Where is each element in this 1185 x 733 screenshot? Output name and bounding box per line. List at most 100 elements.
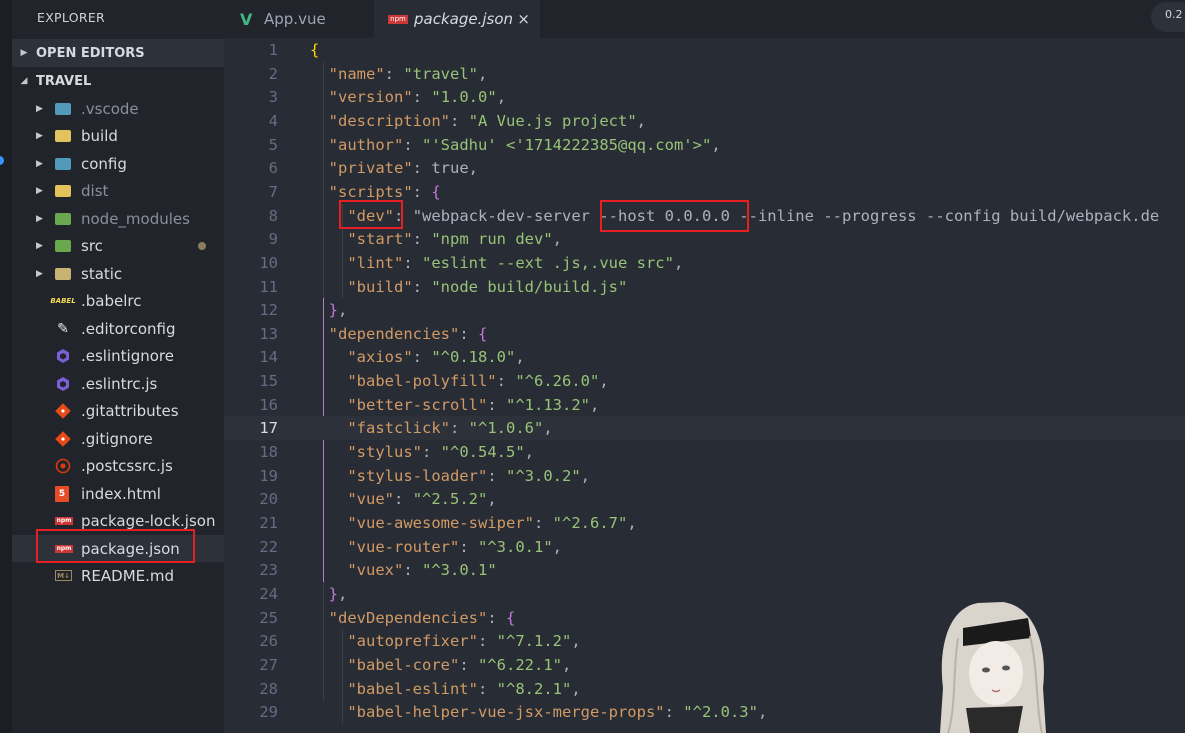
line-number: 16 (259, 395, 278, 414)
vue-icon: V (240, 9, 253, 29)
eslint-icon (55, 376, 71, 392)
code-text: "author": "'Sadhu' <'1714222385@qq.com'>… (328, 135, 721, 154)
travel-project-section[interactable]: ◢ TRAVEL (12, 67, 224, 95)
code-text: "dev": "webpack-dev-server --host 0.0.0.… (347, 206, 1160, 225)
chevron-down-icon: ◢ (20, 76, 28, 86)
tree-item-eslintignore[interactable]: .eslintignore (12, 342, 224, 369)
code-text: { (310, 41, 320, 59)
code-text: "fastclick": "^1.0.6", (347, 419, 553, 438)
tree-item-readme[interactable]: M↓ README.md (12, 562, 224, 589)
tree-item-label: src (81, 236, 103, 255)
chevron-right-icon: ▶ (36, 185, 43, 196)
code-editor[interactable]: 1{2 "name": "travel", 3 "version": "1.0.0… (224, 38, 1185, 733)
code-text: "babel-eslint": "^8.2.1", (347, 679, 581, 698)
code-line[interactable]: 17 "fastclick": "^1.0.6", (224, 416, 1185, 441)
code-line[interactable]: 8 "dev": "webpack-dev-server --host 0.0.… (224, 204, 1185, 228)
code-line[interactable]: 20 "vue": "^2.5.2", (224, 487, 1185, 511)
tab-app-vue[interactable]: V App.vue (224, 0, 374, 38)
npm-icon: npm (55, 544, 73, 553)
tree-item-package-json[interactable]: npm package.json (12, 535, 224, 562)
status-badge: 0.2 (1151, 2, 1185, 32)
code-text: "autoprefixer": "^7.1.2", (347, 632, 581, 651)
code-text: "vue-router": "^3.0.1", (347, 537, 562, 556)
line-number: 9 (268, 230, 278, 249)
code-line[interactable]: 13 "dependencies": { (224, 322, 1185, 346)
tree-item-label: .vscode (81, 99, 139, 118)
code-text: "better-scroll": "^1.13.2", (347, 395, 600, 414)
code-line[interactable]: 21 "vue-awesome-swiper": "^2.6.7", (224, 511, 1185, 535)
line-number: 13 (259, 324, 278, 343)
chevron-right-icon: ▶ (36, 130, 43, 141)
modified-dot-icon (198, 241, 206, 250)
code-line[interactable]: 5 "author": "'Sadhu' <'1714222385@qq.com… (224, 133, 1185, 157)
code-line[interactable]: 1{ (224, 38, 1185, 62)
git-icon (55, 402, 71, 419)
explorer-sidebar: EXPLORER ▶ OPEN EDITORS ◢ TRAVEL ▶ .vsco… (0, 0, 224, 733)
folder-icon (55, 267, 71, 280)
code-line[interactable]: 14 "axios": "^0.18.0", (224, 345, 1185, 369)
code-text: "name": "travel", (328, 64, 488, 83)
close-icon[interactable]: × (517, 10, 530, 28)
code-text: "vue-awesome-swiper": "^2.6.7", (347, 514, 637, 532)
line-number: 26 (259, 632, 278, 651)
tree-item-editorconfig[interactable]: ✎ .editorconfig (12, 315, 224, 342)
code-line[interactable]: 9 "start": "npm run dev", (224, 227, 1185, 251)
code-text: "axios": "^0.18.0", (347, 348, 525, 367)
tree-item-build[interactable]: ▶ build (12, 122, 224, 149)
tree-item-src[interactable]: ▶ src (12, 232, 224, 259)
code-line[interactable]: 11 "build": "node build/build.js" (224, 275, 1185, 299)
tree-item-label: .postcssrc.js (81, 456, 173, 475)
tree-item-postcssrc[interactable]: .postcssrc.js (12, 452, 224, 479)
code-line[interactable]: 16 "better-scroll": "^1.13.2", (224, 393, 1185, 417)
tree-item-index-html[interactable]: 5 index.html (12, 480, 224, 507)
code-line[interactable]: 18 "stylus": "^0.54.5", (224, 440, 1185, 464)
tree-item-config[interactable]: ▶ config (12, 150, 224, 177)
code-line[interactable]: 7 "scripts": { (224, 180, 1185, 204)
line-number: 29 (259, 703, 278, 722)
code-line[interactable]: 2 "name": "travel", (224, 62, 1185, 86)
code-line[interactable]: 22 "vue-router": "^3.0.1", (224, 535, 1185, 559)
folder-node-icon (55, 212, 71, 225)
editor-tab-bar: V App.vue npm package.json × 0.2 (224, 0, 1185, 38)
chevron-right-icon: ▶ (36, 213, 43, 224)
code-text: "vuex": "^3.0.1" (347, 561, 497, 580)
tree-item-label: package.json (81, 539, 180, 558)
code-text: "babel-core": "^6.22.1", (347, 655, 572, 674)
tree-item-eslintrc[interactable]: .eslintrc.js (12, 370, 224, 397)
code-line[interactable]: 19 "stylus-loader": "^3.0.2", (224, 464, 1185, 488)
folder-icon (55, 129, 71, 142)
code-text: }, (328, 584, 348, 603)
status-badge-text: 0.2 (1165, 8, 1183, 21)
tree-item-label: config (81, 154, 127, 173)
code-text: "babel-polyfill": "^6.26.0", (347, 372, 609, 391)
line-number: 11 (259, 277, 278, 296)
code-line[interactable]: 15 "babel-polyfill": "^6.26.0", (224, 369, 1185, 393)
open-editors-section[interactable]: ▶ OPEN EDITORS (12, 39, 224, 67)
tree-item-babelrc[interactable]: BABEL .babelrc (12, 287, 224, 314)
code-text: "lint": "eslint --ext .js,.vue src", (347, 253, 684, 272)
line-number: 3 (268, 88, 278, 107)
line-number: 10 (259, 253, 278, 272)
tree-item-label: .gitignore (81, 429, 153, 448)
code-text: "babel-helper-vue-jsx-merge-props": "^2.… (347, 703, 768, 722)
tree-item-gitignore[interactable]: .gitignore (12, 425, 224, 452)
postcss-icon (55, 458, 71, 474)
tree-item-label: package-lock.json (81, 511, 216, 530)
line-number: 27 (259, 655, 278, 674)
code-line[interactable]: 12 }, (224, 298, 1185, 322)
tree-item-vscode[interactable]: ▶ .vscode (12, 95, 224, 122)
tree-item-node-modules[interactable]: ▶ node_modules (12, 205, 224, 232)
tab-package-json[interactable]: npm package.json × (374, 0, 540, 38)
tree-item-dist[interactable]: ▶ dist (12, 177, 224, 204)
code-line[interactable]: 3 "version": "1.0.0", (224, 85, 1185, 109)
html5-icon: 5 (55, 485, 69, 502)
code-text: "private": true, (328, 159, 479, 178)
code-line[interactable]: 10 "lint": "eslint --ext .js,.vue src", (224, 251, 1185, 275)
tree-item-static[interactable]: ▶ static (12, 260, 224, 287)
code-line[interactable]: 23 "vuex": "^3.0.1" (224, 558, 1185, 582)
tree-item-package-lock[interactable]: npm package-lock.json (12, 507, 224, 534)
code-line[interactable]: 6 "private": true, (224, 156, 1185, 180)
code-line[interactable]: 4 "description": "A Vue.js project", (224, 109, 1185, 133)
tree-item-gitattributes[interactable]: .gitattributes (12, 397, 224, 424)
line-number: 14 (259, 348, 278, 367)
